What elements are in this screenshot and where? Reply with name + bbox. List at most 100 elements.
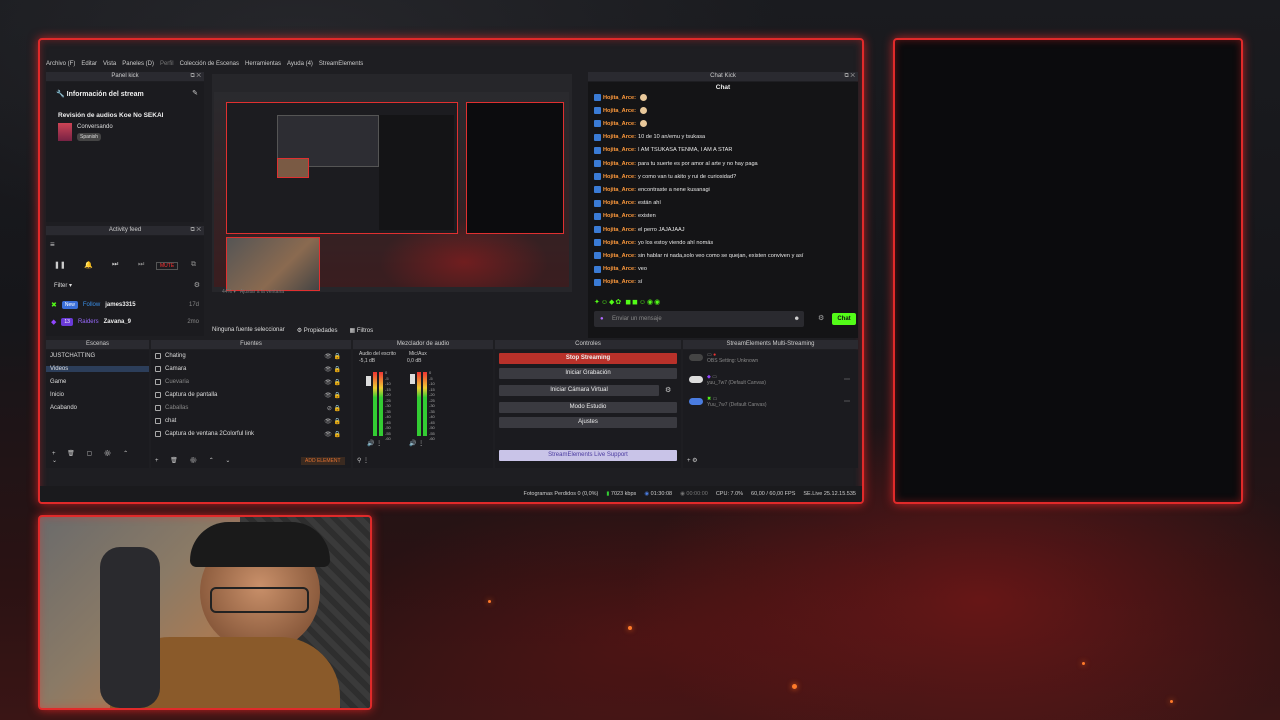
menu-archivo[interactable]: Archivo (F) bbox=[46, 61, 75, 67]
sources-toolbar[interactable]: + 🗑 ⚙ ⌃ ⌄ bbox=[155, 457, 235, 464]
skip-icon[interactable]: ⏭ bbox=[112, 261, 118, 269]
preview-webcam bbox=[226, 237, 320, 291]
bell-icon[interactable]: 🔔 bbox=[84, 261, 93, 269]
scene-item[interactable]: Acabando bbox=[50, 405, 77, 411]
source-item[interactable]: Chating 👁 🔒 bbox=[155, 353, 345, 360]
skip-end-icon[interactable]: ⏭ bbox=[138, 261, 144, 269]
settings-button[interactable]: Ajustes bbox=[499, 417, 677, 428]
eye-icon[interactable]: 👁 🔒 bbox=[324, 392, 341, 399]
toggle-switch[interactable] bbox=[689, 354, 703, 361]
menu-ayuda[interactable]: Ayuda (4) bbox=[287, 61, 313, 67]
preview-canvas[interactable] bbox=[214, 92, 569, 291]
event-time: 17d bbox=[188, 302, 199, 308]
eye-icon[interactable]: 👁 🔒 bbox=[324, 431, 341, 438]
menu-herramientas[interactable]: Herramientas bbox=[245, 61, 281, 67]
more-icon[interactable]: ⋯ bbox=[844, 398, 850, 405]
filters-button[interactable]: ▦ Filtros bbox=[349, 327, 373, 334]
chat-username[interactable]: Hojita_Arce: bbox=[603, 227, 636, 233]
meter-scale: 0 -5 -10 -15 -20 -25 -30 -35 -40 -45 -50 -55 -60 bbox=[429, 370, 435, 442]
source-item[interactable]: Captura de pantalla 👁 🔒 bbox=[155, 392, 345, 399]
add-element-button[interactable]: ADD ELEMENT bbox=[301, 457, 345, 465]
source-label: Captura de pantalla bbox=[165, 392, 218, 398]
source-item[interactable]: Cuevaria 👁 🔒 bbox=[155, 379, 345, 386]
volume-slider[interactable] bbox=[366, 376, 371, 386]
scene-item[interactable]: Game bbox=[50, 379, 66, 385]
close-icon[interactable]: ⧉ ✕ bbox=[190, 72, 201, 81]
start-recording-button[interactable]: Iniciar Grabación bbox=[499, 368, 677, 379]
activity-row[interactable]: ◆ 13 Raiders Zavana_9 2mo bbox=[51, 318, 199, 326]
menu-streamelements[interactable]: StreamElements bbox=[319, 61, 363, 67]
popout-icon[interactable]: ⧉ bbox=[191, 261, 196, 269]
menu-perfil[interactable]: Perfil bbox=[160, 61, 174, 67]
toggle-switch[interactable] bbox=[689, 376, 703, 383]
more-icon[interactable]: ⋯ bbox=[844, 376, 850, 383]
chat-username[interactable]: Hojita_Arce: bbox=[603, 187, 636, 193]
scenes-header: Escenas bbox=[46, 340, 149, 349]
source-item[interactable]: Camara 👁 🔒 bbox=[155, 366, 345, 373]
pause-icon[interactable]: ❚❚ bbox=[54, 261, 66, 269]
emote-bar[interactable]: ✦☺◆✿ ◼◼☺◉◉ bbox=[594, 298, 661, 306]
properties-button[interactable]: ⚙ Propiedades bbox=[297, 327, 338, 334]
chat-username[interactable]: Hojita_Arce: bbox=[603, 279, 636, 285]
eye-icon[interactable]: 👁 🔒 bbox=[324, 353, 341, 360]
chat-username[interactable]: Hojita_Arce: bbox=[603, 213, 636, 219]
chat-username[interactable]: Hojita_Arce: bbox=[603, 95, 636, 101]
chat-username[interactable]: Hojita_Arce: bbox=[603, 253, 636, 259]
menu-editar[interactable]: Editar bbox=[81, 61, 97, 67]
preview-zoom[interactable]: 44% ▾ Ajustar a la ventana bbox=[222, 289, 284, 295]
hamburger-icon[interactable]: ≡ bbox=[50, 240, 55, 249]
mute-button[interactable]: MUTE bbox=[156, 262, 179, 270]
kick-badge-icon bbox=[594, 252, 601, 260]
chat-username[interactable]: Hojita_Arce: bbox=[603, 147, 636, 153]
toggle-switch[interactable] bbox=[689, 398, 703, 405]
chat-send-button[interactable]: Chat bbox=[832, 313, 856, 325]
eye-icon[interactable]: 👁 🔒 bbox=[324, 366, 341, 373]
no-source-label: Ninguna fuente seleccionar bbox=[212, 327, 285, 333]
source-item[interactable]: Caballas ⊘ 🔒 bbox=[155, 405, 345, 412]
mic-icon[interactable]: ● bbox=[600, 311, 604, 327]
gear-icon[interactable]: ⚙ bbox=[194, 281, 200, 289]
filter-dropdown[interactable]: Filter ▾ bbox=[54, 282, 72, 289]
source-item[interactable]: Captura de ventana 2Colorful link 👁 🔒 bbox=[155, 431, 345, 438]
live-support-button[interactable]: StreamElements Live Support bbox=[499, 450, 677, 461]
speaker-icon[interactable]: 🔊 ⋮ bbox=[409, 440, 424, 447]
virtual-camera-button[interactable]: Iniciar Cámara Virtual bbox=[499, 385, 659, 396]
chat-input[interactable]: ● Enviar un mensaje ☻ bbox=[594, 311, 804, 327]
source-item[interactable]: chat 👁 🔒 bbox=[155, 418, 345, 425]
chat-username[interactable]: Hojita_Arce: bbox=[603, 174, 636, 180]
chat-username[interactable]: Hojita_Arce: bbox=[603, 161, 636, 167]
gear-icon[interactable]: ⚙ bbox=[818, 314, 824, 322]
eye-icon[interactable]: 👁 🔒 bbox=[324, 379, 341, 386]
chat-username[interactable]: Hojita_Arce: bbox=[603, 108, 636, 114]
scene-item[interactable]: Inicio bbox=[50, 392, 64, 398]
chat-username[interactable]: Hojita_Arce: bbox=[603, 121, 636, 127]
activity-row[interactable]: ✖ New Follow james3315 17d bbox=[51, 301, 199, 309]
menu-vista[interactable]: Vista bbox=[103, 61, 116, 67]
chat-username[interactable]: Hojita_Arce: bbox=[603, 240, 636, 246]
meter-scale-tick: -40 bbox=[429, 414, 435, 419]
mixer-menu-icon[interactable]: ⚲ ⋮ bbox=[357, 457, 369, 464]
menu-paneles[interactable]: Paneles (D) bbox=[122, 61, 154, 67]
activity-feed-title: Activity feed bbox=[108, 227, 142, 233]
eye-icon[interactable]: 👁 🔒 bbox=[324, 418, 341, 425]
scene-item-selected[interactable]: Videos bbox=[46, 366, 149, 372]
eye-icon[interactable]: ⊘ 🔒 bbox=[327, 405, 341, 412]
chat-username[interactable]: Hojita_Arce: bbox=[603, 200, 636, 206]
speaker-icon[interactable]: 🔊 ⋮ bbox=[367, 440, 382, 447]
scene-item[interactable]: JUSTCHATTING bbox=[50, 353, 95, 359]
meter-scale-tick: -10 bbox=[429, 381, 435, 386]
close-icon[interactable]: ⧉ ✕ bbox=[844, 72, 855, 81]
kick-badge-icon bbox=[594, 94, 601, 101]
scenes-toolbar[interactable]: + 🗑 ▢ ⚙ ⌃ ⌄ bbox=[52, 450, 149, 464]
volume-slider[interactable] bbox=[410, 374, 415, 384]
chat-username[interactable]: Hojita_Arce: bbox=[603, 266, 636, 272]
close-icon[interactable]: ⧉ ✕ bbox=[190, 226, 201, 235]
menu-coleccion[interactable]: Colección de Escenas bbox=[180, 61, 239, 67]
emoji-icon[interactable]: ☻ bbox=[794, 311, 800, 327]
multistream-toolbar[interactable]: + ⚙ bbox=[687, 457, 698, 464]
stop-streaming-button[interactable]: Stop Streaming bbox=[499, 353, 677, 364]
gear-icon[interactable]: ⚙ bbox=[665, 386, 671, 394]
chat-username[interactable]: Hojita_Arce: bbox=[603, 134, 636, 140]
studio-mode-button[interactable]: Modo Estudio bbox=[499, 402, 677, 413]
edit-icon[interactable]: ✎ bbox=[192, 89, 198, 97]
